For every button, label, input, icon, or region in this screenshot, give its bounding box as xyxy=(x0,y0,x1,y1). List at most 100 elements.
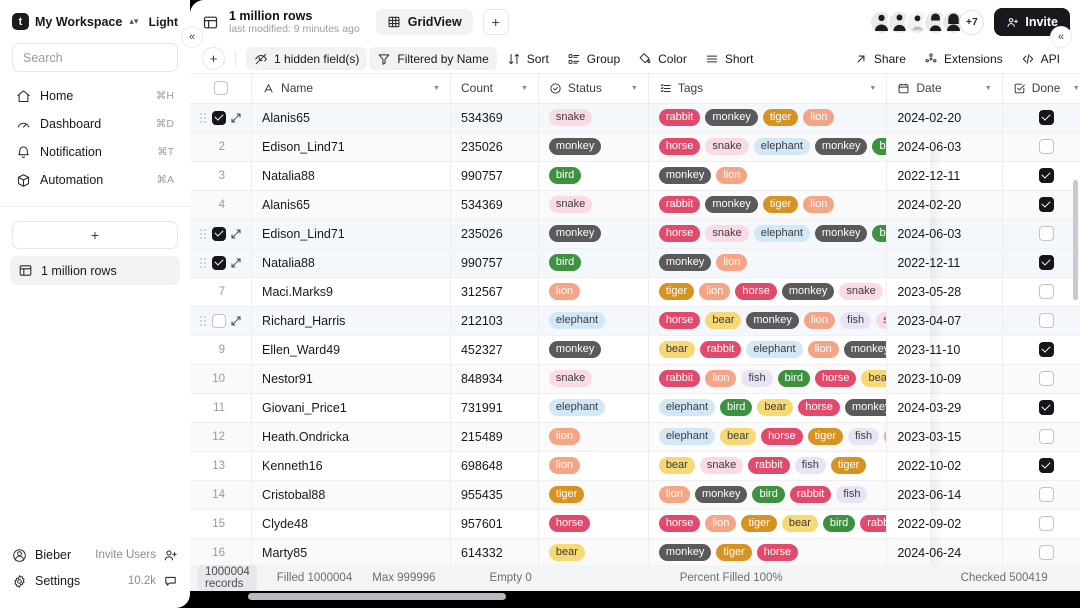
cell-done[interactable] xyxy=(1002,538,1080,568)
cell-name[interactable]: Clyde48 xyxy=(251,509,451,539)
table-row[interactable]: Natalia88990757birdmonkeylion2022-12-11H… xyxy=(190,248,1080,278)
cell-done[interactable] xyxy=(1002,219,1080,249)
done-checkbox[interactable] xyxy=(1038,168,1054,183)
vertical-scrollbar[interactable] xyxy=(1073,180,1078,300)
view-tab-gridview[interactable]: GridView xyxy=(375,9,473,35)
cell-name[interactable]: Nestor91 xyxy=(251,364,451,394)
column-header-done[interactable]: Done ▼ xyxy=(1002,74,1080,104)
cell-status[interactable]: bear xyxy=(538,538,649,568)
table-row[interactable]: 7 Maci.Marks9 312567 lion tiger lion horse monk… xyxy=(190,277,1080,307)
done-checkbox[interactable] xyxy=(1038,487,1054,502)
cell-status[interactable]: bird xyxy=(538,161,649,191)
table-row[interactable]: 15 Clyde48 957601 horse horse lion tiger bear bi… xyxy=(190,509,1080,539)
cell-name[interactable]: Edison_Lind71 xyxy=(251,132,451,162)
extensions-button[interactable]: Extensions xyxy=(916,47,1011,70)
table-row[interactable]: 4 Alanis65 534369 snake rabbit monkey tiger lio… xyxy=(190,190,1080,220)
cell-status[interactable]: lion xyxy=(538,277,649,307)
cell-done[interactable] xyxy=(1002,451,1080,481)
table-title-block[interactable]: 1 million rows last modified: 9 minutes … xyxy=(229,9,360,35)
collapse-right-panel-button[interactable]: « xyxy=(1050,26,1072,48)
row-select-cell[interactable] xyxy=(190,248,253,278)
cell-done[interactable] xyxy=(1002,190,1080,220)
horizontal-scrollbar-thumb[interactable] xyxy=(248,593,506,600)
grid-container[interactable]: Name ▼ Count ▼ Status ▼ Tags ▼ Date ▼ Do… xyxy=(190,74,1080,595)
search-box[interactable] xyxy=(12,43,178,72)
table-row[interactable]: 12 Heath.Ondricka 215489 lion elephant bear ho… xyxy=(190,422,1080,452)
row-select-cell[interactable]: 4 xyxy=(190,190,253,220)
cell-tags[interactable]: elephant bird bear horse monkey xyxy=(648,393,888,423)
cell-count[interactable]: 698648 xyxy=(450,451,539,481)
cell-status[interactable]: snake xyxy=(538,103,649,133)
cell-date[interactable]: 2022-12-11 xyxy=(886,248,1003,278)
cell-date[interactable]: 2024-06-03 xyxy=(886,132,1003,162)
cell-tags[interactable]: horsesnakeelephantmonkey bird xyxy=(648,132,888,162)
row-select-cell[interactable]: 2 xyxy=(190,132,253,162)
drag-handle-icon[interactable] xyxy=(200,314,208,327)
row-select-cell[interactable]: 9 xyxy=(190,335,253,365)
column-header-name[interactable]: Name ▼ xyxy=(251,74,451,104)
cell-tags[interactable]: bear snake rabbit fish tiger xyxy=(648,451,888,481)
cell-done[interactable] xyxy=(1002,393,1080,423)
cell-tags[interactable]: monkey lion xyxy=(648,161,888,191)
cell-status[interactable]: snake xyxy=(538,190,649,220)
cell-count[interactable]: 848934 xyxy=(450,364,539,394)
cell-count[interactable]: 312567 xyxy=(450,277,539,307)
cell-count[interactable]: 614332 xyxy=(450,538,539,568)
cell-name[interactable]: Alanis65 xyxy=(251,103,451,133)
table-row[interactable]: 16 Marty85 614332 bear monkey tiger horse 2024-… xyxy=(190,538,1080,568)
cell-done[interactable] xyxy=(1002,335,1080,365)
cell-date[interactable]: 2022-12-11 xyxy=(886,161,1003,191)
sidebar-user-row[interactable]: Bieber Invite Users xyxy=(12,542,178,568)
cell-tags[interactable]: horsesnakeelephantmonkey bird xyxy=(648,219,888,249)
share-button[interactable]: Share xyxy=(846,47,914,70)
cell-count[interactable]: 990757 xyxy=(450,161,539,191)
table-row[interactable]: Edison_Lind71 235026 monkey horse snake eleph… xyxy=(190,219,1080,249)
table-row[interactable]: 13 Kenneth16 698648 lion bear snake rabbit fish… xyxy=(190,451,1080,481)
cell-date[interactable]: 2024-02-20 xyxy=(886,190,1003,220)
done-checkbox[interactable] xyxy=(1038,371,1054,386)
feedback-icon[interactable] xyxy=(163,574,178,589)
cell-date[interactable]: 2023-03-15 xyxy=(886,422,1003,452)
cell-count[interactable]: 534369 xyxy=(450,190,539,220)
cell-name[interactable]: Kenneth16 xyxy=(251,451,451,481)
row-select-cell[interactable]: 15 xyxy=(190,509,253,539)
cell-name[interactable]: Edison_Lind71 xyxy=(251,219,451,249)
cell-status[interactable]: snake xyxy=(538,364,649,394)
cell-date[interactable]: 2023-06-14 xyxy=(886,480,1003,510)
cell-date[interactable]: 2022-09-02 xyxy=(886,509,1003,539)
chevron-down-icon[interactable]: ▼ xyxy=(433,85,440,92)
horizontal-scrollbar-track[interactable] xyxy=(190,591,1080,601)
row-select-cell[interactable]: 12 xyxy=(190,422,253,452)
cell-name[interactable]: Heath.Ondricka xyxy=(251,422,451,452)
expand-row-icon[interactable] xyxy=(230,257,242,269)
cell-name[interactable]: Giovani_Price1 xyxy=(251,393,451,423)
done-checkbox[interactable] xyxy=(1038,458,1054,473)
cell-count[interactable]: 957601 xyxy=(450,509,539,539)
sidebar-item-notification[interactable]: Notification ⌘T xyxy=(8,138,182,166)
cell-date[interactable]: 2024-03-29 xyxy=(886,393,1003,423)
expand-row-icon[interactable] xyxy=(230,228,242,240)
cell-date[interactable]: 2022-10-02 xyxy=(886,451,1003,481)
cell-count[interactable]: 212103 xyxy=(450,306,539,336)
cell-status[interactable]: lion xyxy=(538,422,649,452)
chevron-down-icon[interactable]: ▼ xyxy=(1073,85,1080,92)
cell-date[interactable]: 2023-04-07 xyxy=(886,306,1003,336)
group-button[interactable]: Group xyxy=(559,47,628,70)
theme-toggle-label[interactable]: Light xyxy=(149,15,178,29)
row-select-cell[interactable]: 7 xyxy=(190,277,253,307)
cell-status[interactable]: tiger xyxy=(538,480,649,510)
cell-done[interactable] xyxy=(1002,480,1080,510)
chevron-updown-icon[interactable]: ▴▾ xyxy=(129,17,138,26)
cell-done[interactable] xyxy=(1002,364,1080,394)
cell-count[interactable]: 990757 xyxy=(450,248,539,278)
cell-date[interactable]: 2024-06-03 xyxy=(886,219,1003,249)
table-row[interactable]: Alanis65 534369 snake rabbit monkey tiger lion… xyxy=(190,103,1080,133)
cell-tags[interactable]: monkey lion xyxy=(648,248,888,278)
chevron-down-icon[interactable]: ▼ xyxy=(869,85,876,92)
table-row[interactable]: 2 Edison_Lind71 235026 monkey horse snake elep… xyxy=(190,132,1080,162)
cell-count[interactable]: 731991 xyxy=(450,393,539,423)
row-select-cell[interactable] xyxy=(190,103,253,133)
cell-tags[interactable]: tiger lion horse monkey snake xyxy=(648,277,888,307)
cell-tags[interactable]: horsebearmonkeylionfish snake xyxy=(648,306,888,336)
cell-name[interactable]: Cristobal88 xyxy=(251,480,451,510)
